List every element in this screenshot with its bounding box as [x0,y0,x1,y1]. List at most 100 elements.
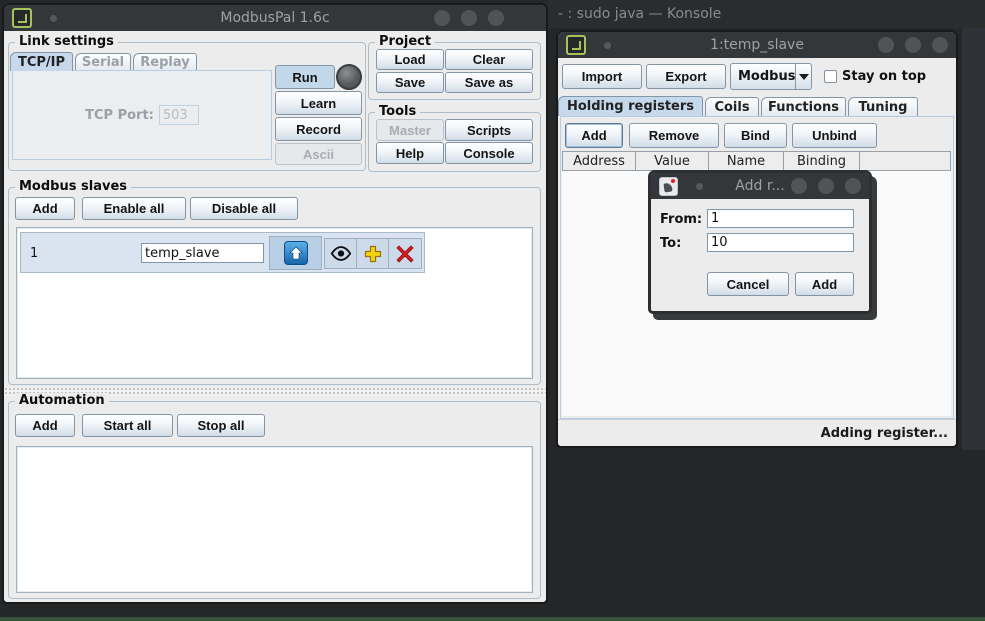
window-minimize-button[interactable] [434,10,450,26]
tab-functions[interactable]: Functions [761,97,846,116]
console-button[interactable]: Console [445,142,533,164]
import-button[interactable]: Import [562,64,642,89]
help-button[interactable]: Help [376,142,444,164]
register-bind-label: Bind [741,128,770,143]
tab-replay-label: Replay [140,55,189,70]
dialog-close-button[interactable] [845,178,861,194]
record-button[interactable]: Record [275,117,362,141]
titlebar-dot-icon [696,183,703,190]
automation-add-label: Add [32,418,57,433]
desktop-bottom-line [0,617,985,621]
to-field[interactable] [707,233,854,252]
stop-all-button[interactable]: Stop all [177,414,265,437]
tab-coils[interactable]: Coils [705,97,759,116]
master-button[interactable]: Master [376,119,444,141]
save-label: Save [395,75,425,90]
tab-replay[interactable]: Replay [133,53,197,71]
slave-delete-button[interactable] [388,238,422,269]
load-button[interactable]: Load [376,49,444,70]
tab-tcpip[interactable]: TCP/IP [10,52,73,71]
window-maximize-button[interactable] [461,10,477,26]
column-header-name-label: Name [727,154,765,169]
mode-combobox-value: Modbus [731,64,795,89]
register-unbind-label: Unbind [812,128,857,143]
run-label: Run [292,70,317,85]
slave-row[interactable]: 1 [20,232,425,273]
column-header-binding[interactable]: Binding [783,151,860,171]
register-unbind-button[interactable]: Unbind [792,123,877,148]
dialog-cancel-button[interactable]: Cancel [707,272,789,296]
tcp-port-field[interactable] [159,105,199,125]
desktop: - : sudo java — Konsole ModbusPal 1.6c L… [0,0,985,621]
clear-button[interactable]: Clear [445,49,533,70]
run-led-indicator [336,64,362,90]
slaves-list[interactable]: 1 [16,227,533,379]
temp-slave-titlebar[interactable]: 1:temp_slave [558,32,956,58]
window-maximize-button[interactable] [905,37,921,53]
master-label: Master [389,123,431,138]
column-header-name[interactable]: Name [708,151,784,171]
record-label: Record [296,122,341,137]
clear-label: Clear [473,52,506,67]
window-close-button[interactable] [932,37,948,53]
slaves-add-button[interactable]: Add [15,197,75,220]
window-close-button[interactable] [488,10,504,26]
up-arrow-icon [284,241,308,265]
stay-on-top-checkbox[interactable] [824,70,837,83]
run-button[interactable]: Run [275,65,335,89]
window-minimize-button[interactable] [878,37,894,53]
column-header-binding-label: Binding [797,154,846,169]
add-register-dialog: Add r... From: To: Cancel Add [648,170,872,314]
slaves-add-label: Add [32,201,57,216]
disable-all-button[interactable]: Disable all [190,197,298,220]
tab-serial-label: Serial [82,55,124,70]
automation-title: Automation [15,393,109,408]
column-header-value[interactable]: Value [635,151,709,171]
learn-button[interactable]: Learn [275,91,362,115]
enable-all-button[interactable]: Enable all [82,197,186,220]
register-bind-button[interactable]: Bind [724,123,787,148]
save-as-button[interactable]: Save as [445,72,533,93]
tab-tuning[interactable]: Tuning [848,97,918,116]
tab-functions-label: Functions [768,100,839,115]
dialog-maximize-button[interactable] [818,178,834,194]
modbuspal-window: ModbusPal 1.6c Link settings TCP/IP Seri… [2,3,548,604]
automation-add-button[interactable]: Add [15,414,75,437]
slave-view-button[interactable] [324,238,357,269]
export-button[interactable]: Export [646,64,726,89]
slave-name-field[interactable] [141,243,264,263]
ascii-button[interactable]: Ascii [275,143,362,165]
mode-combobox[interactable]: Modbus [730,63,812,90]
scripts-button[interactable]: Scripts [445,119,533,141]
tcpip-panel: TCP Port: [12,70,272,160]
java-app-icon [659,177,678,196]
slave-duplicate-button[interactable] [356,238,389,269]
slave-enable-toggle-button[interactable] [269,236,322,270]
column-header-address-label: Address [573,154,625,169]
automation-list[interactable] [16,446,533,593]
konsole-scroll-strip [962,28,985,450]
dialog-titlebar[interactable]: Add r... [651,173,869,199]
register-add-button[interactable]: Add [565,123,623,148]
column-header-empty[interactable] [859,151,951,171]
tab-holding-registers[interactable]: Holding registers [558,96,703,116]
load-label: Load [394,52,425,67]
status-text: Adding register... [821,426,948,441]
save-button[interactable]: Save [376,72,444,93]
combobox-arrow-button[interactable] [795,64,811,89]
temp-slave-app-icon [566,35,586,55]
modbuspal-titlebar[interactable]: ModbusPal 1.6c [4,5,546,31]
dialog-add-button[interactable]: Add [795,272,854,296]
save-as-label: Save as [465,75,513,90]
column-header-address[interactable]: Address [562,151,636,171]
dialog-add-label: Add [812,277,837,292]
dialog-minimize-button[interactable] [791,178,807,194]
from-field[interactable] [707,209,854,228]
tab-coils-label: Coils [714,100,749,115]
import-label: Import [582,69,622,84]
konsole-titlebar: - : sudo java — Konsole [548,0,985,28]
konsole-title: - : sudo java — Konsole [558,6,721,22]
tab-serial[interactable]: Serial [75,53,131,71]
start-all-button[interactable]: Start all [82,414,173,437]
register-remove-button[interactable]: Remove [629,123,719,148]
